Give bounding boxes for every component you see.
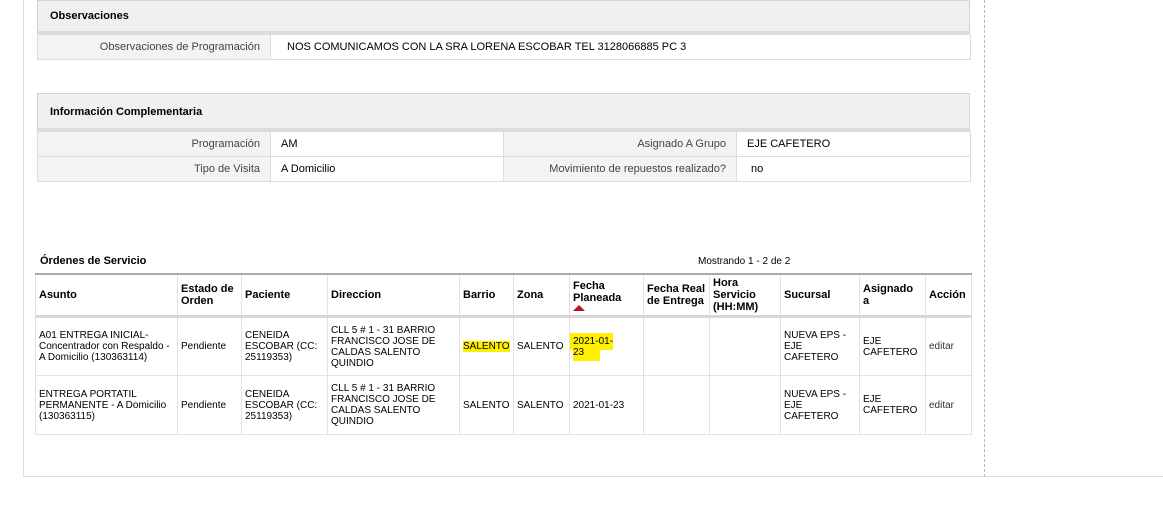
- movimiento-repuestos-label: Movimiento de repuestos realizado?: [503, 156, 737, 182]
- dashed-divider: [984, 0, 985, 477]
- cell-fecha-planeada: 2021-01-23: [569, 375, 644, 435]
- col-header-fecha-real[interactable]: Fecha Real de Entrega: [643, 273, 710, 318]
- cell-sucursal: NUEVA EPS - EJE CAFETERO: [780, 316, 860, 376]
- col-header-direccion[interactable]: Direccion: [327, 273, 460, 318]
- col-header-asignado[interactable]: Asignado a: [859, 273, 926, 318]
- cell-barrio: SALENTO: [459, 316, 514, 376]
- content-frame-bottom-border: [23, 476, 1163, 477]
- cell-fecha-planeada: 2021-01-23: [569, 316, 644, 376]
- cell-zona: SALENTO: [513, 375, 570, 435]
- highlighted-barrio: SALENTO: [463, 341, 510, 352]
- info-complementaria-table: Programación AM Asignado A Grupo EJE CAF…: [37, 131, 971, 182]
- observaciones-row: Observaciones de Programación NOS COMUNI…: [37, 34, 971, 60]
- col-header-asunto[interactable]: Asunto: [35, 273, 178, 318]
- asignado-grupo-value: EJE CAFETERO: [736, 131, 971, 157]
- cell-sucursal: NUEVA EPS - EJE CAFETERO: [780, 375, 860, 435]
- cell-estado: Pendiente: [177, 316, 242, 376]
- observaciones-label: Observaciones de Programación: [37, 34, 271, 60]
- info-row-1: Programación AM Asignado A Grupo EJE CAF…: [37, 131, 971, 157]
- table-header-row: Asunto Estado de Orden Paciente Direccio…: [35, 273, 972, 318]
- observaciones-header: Observaciones: [37, 0, 970, 34]
- tipo-visita-value: A Domicilio: [270, 156, 504, 182]
- highlighted-fecha-planeada: 2021-01-23: [570, 332, 614, 361]
- col-header-estado[interactable]: Estado de Orden: [177, 273, 242, 318]
- cell-hora-servicio: [709, 375, 781, 435]
- cell-accion: editar: [925, 316, 972, 376]
- cell-paciente: CENEIDA ESCOBAR (CC: 25119353): [241, 375, 328, 435]
- tipo-visita-label: Tipo de Visita: [37, 156, 271, 182]
- col-header-paciente[interactable]: Paciente: [241, 273, 328, 318]
- col-header-zona[interactable]: Zona: [513, 273, 570, 318]
- col-header-accion: Acción: [925, 273, 972, 318]
- cell-zona: SALENTO: [513, 316, 570, 376]
- asignado-grupo-label: Asignado A Grupo: [503, 131, 737, 157]
- col-header-hora-servicio[interactable]: Hora Servicio (HH:MM): [709, 273, 781, 318]
- cell-hora-servicio: [709, 316, 781, 376]
- info-row-2: Tipo de Visita A Domicilio Movimiento de…: [37, 156, 971, 182]
- cell-asignado: EJE CAFETERO: [859, 375, 926, 435]
- info-complementaria-header: Información Complementaria: [37, 93, 970, 131]
- observaciones-table: Observaciones de Programación NOS COMUNI…: [37, 34, 971, 60]
- sort-ascending-icon: [573, 304, 585, 311]
- ordenes-table: Asunto Estado de Orden Paciente Direccio…: [35, 273, 972, 435]
- programacion-label: Programación: [37, 131, 271, 157]
- col-header-sucursal[interactable]: Sucursal: [780, 273, 860, 318]
- col-header-fecha-planeada[interactable]: Fecha Planeada: [569, 273, 644, 318]
- cell-paciente: CENEIDA ESCOBAR (CC: 25119353): [241, 316, 328, 376]
- fecha-planeada-header-label: Fecha Planeada: [573, 279, 622, 304]
- table-row: A01 ENTREGA INICIAL-Concentrador con Res…: [35, 316, 972, 376]
- cell-asunto: ENTREGA PORTATIL PERMANENTE - A Domicili…: [35, 375, 178, 435]
- table-row: ENTREGA PORTATIL PERMANENTE - A Domicili…: [35, 375, 972, 435]
- cell-fecha-real: [643, 375, 710, 435]
- cell-fecha-real: [643, 316, 710, 376]
- cell-estado: Pendiente: [177, 375, 242, 435]
- cell-asignado: EJE CAFETERO: [859, 316, 926, 376]
- cell-direccion: CLL 5 # 1 - 31 BARRIO FRANCISCO JOSE DE …: [327, 316, 460, 376]
- pagination-summary: Mostrando 1 - 2 de 2: [698, 256, 791, 267]
- programacion-value: AM: [270, 131, 504, 157]
- cell-direccion: CLL 5 # 1 - 31 BARRIO FRANCISCO JOSE DE …: [327, 375, 460, 435]
- cell-accion: editar: [925, 375, 972, 435]
- content-frame-left-border: [23, 0, 24, 477]
- editar-link[interactable]: editar: [929, 341, 954, 352]
- cell-asunto: A01 ENTREGA INICIAL-Concentrador con Res…: [35, 316, 178, 376]
- ordenes-servicio-title: Órdenes de Servicio: [40, 255, 147, 267]
- observaciones-value: NOS COMUNICAMOS CON LA SRA LORENA ESCOBA…: [270, 34, 971, 60]
- cell-barrio: SALENTO: [459, 375, 514, 435]
- col-header-barrio[interactable]: Barrio: [459, 273, 514, 318]
- editar-link[interactable]: editar: [929, 400, 954, 411]
- movimiento-repuestos-value: no: [736, 156, 971, 182]
